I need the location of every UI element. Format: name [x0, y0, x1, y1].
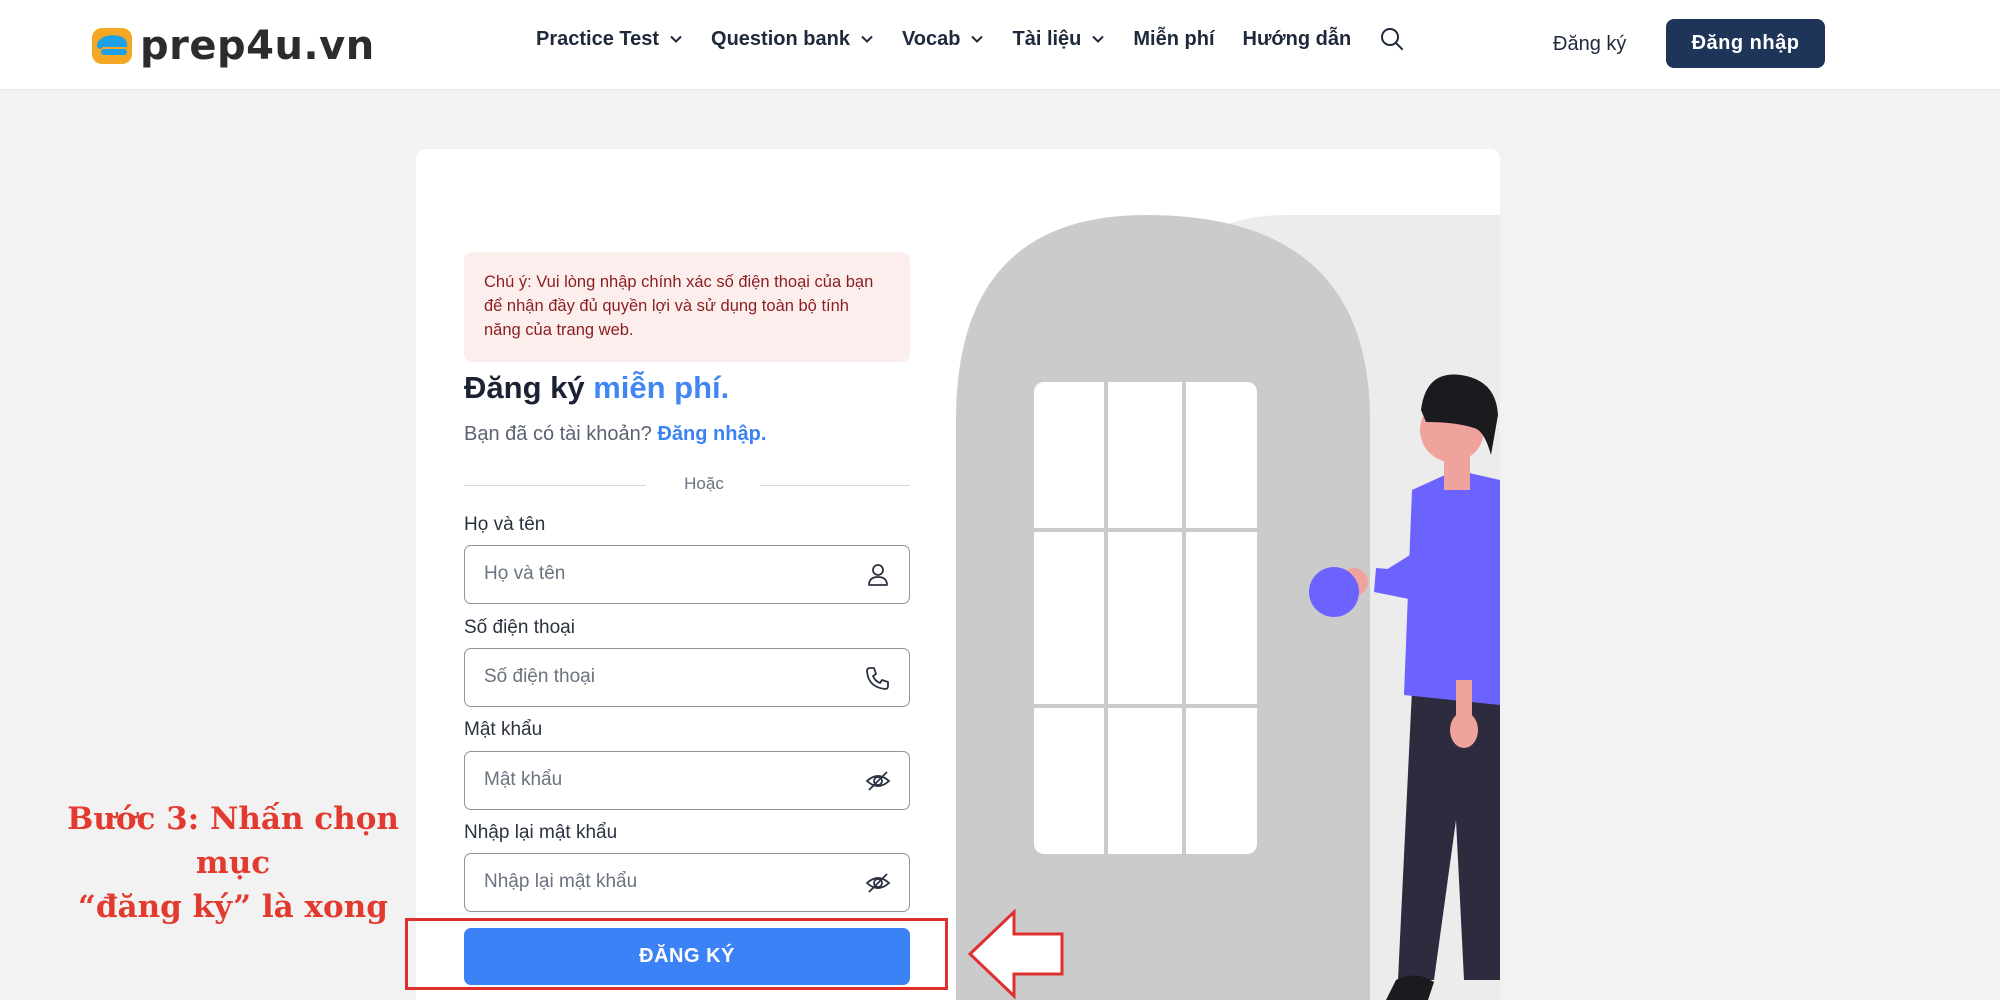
chevron-down-icon — [971, 35, 984, 43]
title-highlight: miễn phí. — [593, 370, 730, 405]
user-icon — [868, 564, 888, 586]
annotation-highlight-box — [405, 918, 948, 990]
nav-question-bank[interactable]: Question bank — [711, 28, 874, 51]
annotation-line-2: “đăng ký” là xong — [78, 889, 388, 925]
confirm-password-label: Nhập lại mật khẩu — [464, 822, 618, 843]
register-link[interactable]: Đăng ký — [1553, 33, 1626, 56]
door-illustration — [956, 215, 1500, 1000]
phone-notice: Chú ý: Vui lòng nhập chính xác số điện t… — [464, 252, 910, 362]
fullname-input[interactable] — [484, 546, 864, 602]
annotation-line-1: Bước 3: Nhấn chọn mục — [67, 801, 399, 881]
nav-label: Question bank — [711, 27, 850, 50]
site-header: prep4u.vn Practice Test Question bank Vo… — [0, 0, 2000, 90]
chevron-down-icon — [1092, 35, 1105, 43]
annotation-arrow-icon — [968, 908, 1064, 1000]
nav-practice-test[interactable]: Practice Test — [536, 28, 683, 51]
nav-label: Practice Test — [536, 27, 660, 50]
main-nav: Practice Test Question bank Vocab Tài li… — [536, 26, 1405, 52]
chevron-down-icon — [861, 35, 873, 43]
eye-off-icon[interactable] — [865, 870, 891, 896]
phone-field — [464, 648, 910, 707]
phone-input[interactable] — [484, 649, 864, 705]
divider-line — [464, 485, 646, 486]
divider-line — [760, 485, 910, 486]
title-main: Đăng ký — [464, 370, 594, 405]
confirm-password-input[interactable] — [484, 854, 864, 910]
search-icon[interactable] — [1379, 26, 1405, 52]
or-text: Hoặc — [684, 474, 724, 493]
login-prompt-text: Bạn đã có tài khoản? — [464, 423, 658, 445]
nav-mien-phi[interactable]: Miễn phí — [1133, 28, 1214, 51]
site-logo[interactable]: prep4u.vn — [90, 23, 375, 69]
tutorial-annotation: Bước 3: Nhấn chọn mục “đăng ký” là xong — [38, 797, 428, 929]
login-link[interactable]: Đăng nhập. — [657, 423, 766, 445]
fullname-field — [464, 545, 910, 604]
nav-vocab[interactable]: Vocab — [902, 28, 985, 51]
phone-label: Số điện thoại — [464, 617, 575, 638]
nav-label: Hướng dẫn — [1242, 27, 1352, 50]
password-input[interactable] — [484, 752, 864, 808]
logo-text: prep4u.vn — [140, 23, 375, 69]
or-divider: Hoặc — [464, 474, 910, 496]
login-button[interactable]: Đăng nhập — [1666, 19, 1825, 68]
password-label: Mật khẩu — [464, 719, 543, 740]
page-title: Đăng ký miễn phí. — [464, 370, 729, 406]
password-field — [464, 751, 910, 810]
nav-tai-lieu[interactable]: Tài liệu — [1012, 28, 1105, 51]
nav-huong-dan[interactable]: Hướng dẫn — [1243, 28, 1352, 51]
login-prompt: Bạn đã có tài khoản? Đăng nhập. — [464, 423, 766, 446]
nav-label: Miễn phí — [1133, 27, 1215, 50]
nav-label: Vocab — [901, 27, 961, 50]
phone-icon — [866, 667, 889, 690]
confirm-password-field — [464, 853, 910, 912]
logo-icon — [92, 28, 132, 64]
nav-label: Tài liệu — [1012, 27, 1082, 50]
chevron-down-icon — [670, 35, 682, 43]
fullname-label: Họ và tên — [464, 514, 546, 535]
eye-off-icon[interactable] — [865, 768, 891, 794]
